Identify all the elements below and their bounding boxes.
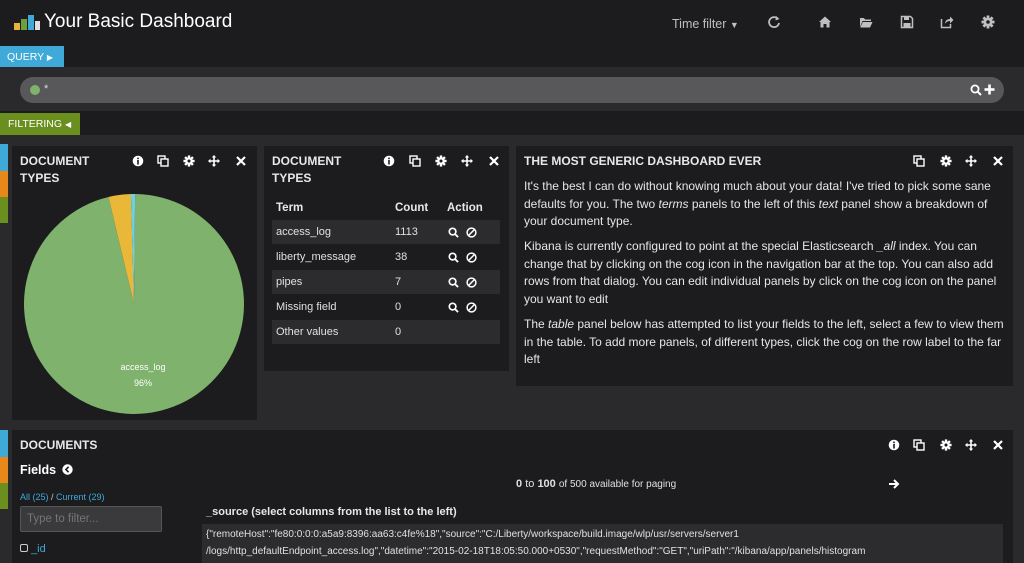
query-tab[interactable]: QUERY ▶ (0, 46, 64, 67)
table-row: access_log 1113 (272, 220, 500, 244)
documents-panel-title: DOCUMENTS (20, 438, 98, 452)
fields-filter-links: All (25) / Current (29) (20, 492, 105, 502)
source-line-1: {"remoteHost":"fe80:0:0:0:a5a9:8396:aa63… (206, 529, 739, 540)
current-fields-link[interactable]: Current (29) (56, 492, 105, 502)
share-icon[interactable] (940, 15, 954, 29)
add-query-icon[interactable] (984, 84, 995, 95)
source-line-2: /logs/http_defaultEndpoint_access.log","… (206, 546, 866, 557)
pie-slice-label: access_log (120, 362, 166, 372)
save-icon[interactable] (900, 15, 914, 29)
terms-panel-title: DOCUMENT TYPES (272, 154, 342, 185)
search-icon[interactable] (970, 84, 982, 96)
field-checkbox[interactable] (20, 544, 28, 552)
time-filter-dropdown[interactable]: Time filter ▼ (672, 17, 739, 31)
dashboard-title: Your Basic Dashboard (44, 11, 233, 32)
gear-icon[interactable] (940, 439, 952, 451)
col-header-action: Action (447, 202, 483, 214)
field-filter-input[interactable] (20, 506, 162, 532)
row-count: 0 (395, 326, 402, 338)
gear-icon[interactable] (183, 155, 195, 167)
text-paragraph-1: It's the best I can do without knowing m… (524, 179, 991, 228)
col-header-term[interactable]: Term (276, 202, 303, 214)
pie-panel-title: DOCUMENT TYPES (20, 154, 90, 185)
table-row: Missing field 0 (272, 295, 500, 319)
row-count: 7 (395, 276, 402, 288)
info-icon[interactable] (132, 155, 144, 167)
row-count: 38 (395, 251, 408, 263)
filtering-tab-label: FILTERING (8, 118, 63, 130)
search-icon[interactable] (448, 252, 459, 263)
folder-open-icon[interactable] (859, 15, 873, 29)
row-term: liberty_message (276, 251, 357, 263)
caret-left-icon: ◀ (64, 120, 72, 129)
move-icon[interactable] (965, 155, 977, 167)
col-header-count[interactable]: Count (395, 202, 428, 214)
kibana-logo-icon (14, 15, 40, 30)
row-tab-green[interactable] (0, 197, 8, 223)
row-tab-blue[interactable] (0, 430, 8, 457)
query-input[interactable] (20, 77, 1004, 103)
duplicate-icon[interactable] (913, 439, 925, 451)
text-paragraph-3: The table panel below has attempted to l… (524, 317, 1004, 366)
gear-icon[interactable] (981, 15, 995, 29)
fields-heading: Fields (20, 463, 57, 477)
pie-slice-percent: 96% (133, 378, 152, 388)
table-row: liberty_message 38 (272, 245, 500, 269)
table-row: Other values 0 (272, 320, 500, 344)
paging-info: 0 to 100 of 500 available for paging (516, 478, 677, 490)
search-icon[interactable] (448, 277, 459, 288)
search-icon[interactable] (448, 302, 459, 313)
search-icon[interactable] (448, 227, 459, 238)
row-tab-orange[interactable] (0, 457, 8, 483)
close-icon[interactable] (993, 156, 1003, 166)
table-row: pipes 7 (272, 270, 500, 294)
row-tab-blue[interactable] (0, 144, 8, 171)
move-icon[interactable] (208, 155, 220, 167)
row-term: Other values (276, 326, 339, 338)
gear-icon[interactable] (940, 155, 952, 167)
ban-icon[interactable] (466, 227, 477, 238)
caret-right-icon: ▶ (46, 53, 54, 62)
query-color-dot[interactable] (30, 85, 40, 95)
close-icon[interactable] (489, 156, 499, 166)
query-tab-label: QUERY (7, 51, 44, 63)
ban-icon[interactable] (466, 252, 477, 263)
row-term: pipes (276, 276, 303, 288)
all-fields-link[interactable]: All (25) (20, 492, 49, 502)
text-paragraph-2: Kibana is currently configured to point … (524, 239, 997, 306)
row-tab-orange[interactable] (0, 171, 8, 197)
query-value: * (44, 83, 49, 95)
duplicate-icon[interactable] (913, 155, 925, 167)
info-icon[interactable] (383, 155, 395, 167)
time-filter-label: Time filter (672, 17, 727, 31)
info-icon[interactable] (888, 439, 900, 451)
field-list-item[interactable]: _id (20, 543, 220, 557)
row-tab-green[interactable] (0, 483, 8, 509)
text-panel-title: THE MOST GENERIC DASHBOARD EVER (524, 154, 762, 168)
duplicate-icon[interactable] (409, 155, 421, 167)
move-icon[interactable] (461, 155, 473, 167)
row-term: Missing field (276, 301, 337, 313)
gear-icon[interactable] (435, 155, 447, 167)
home-icon[interactable] (818, 15, 832, 29)
source-column-header[interactable]: _source (select columns from the list to… (206, 506, 457, 518)
close-icon[interactable] (993, 440, 1003, 450)
chevron-left-circle-icon[interactable] (62, 464, 73, 475)
close-icon[interactable] (236, 156, 246, 166)
row-count: 1113 (395, 226, 418, 238)
ban-icon[interactable] (466, 302, 477, 313)
row-term: access_log (276, 226, 332, 238)
caret-down-icon: ▼ (729, 20, 739, 30)
arrow-right-icon[interactable] (888, 478, 900, 490)
filtering-tab[interactable]: FILTERING ◀ (0, 113, 80, 135)
refresh-icon[interactable] (767, 15, 781, 29)
field-name[interactable]: _id (31, 543, 46, 555)
ban-icon[interactable] (466, 277, 477, 288)
duplicate-icon[interactable] (157, 155, 169, 167)
document-row[interactable]: {"remoteHost":"fe80:0:0:0:a5a9:8396:aa63… (202, 524, 1003, 563)
row-count: 0 (395, 301, 402, 313)
move-icon[interactable] (965, 439, 977, 451)
